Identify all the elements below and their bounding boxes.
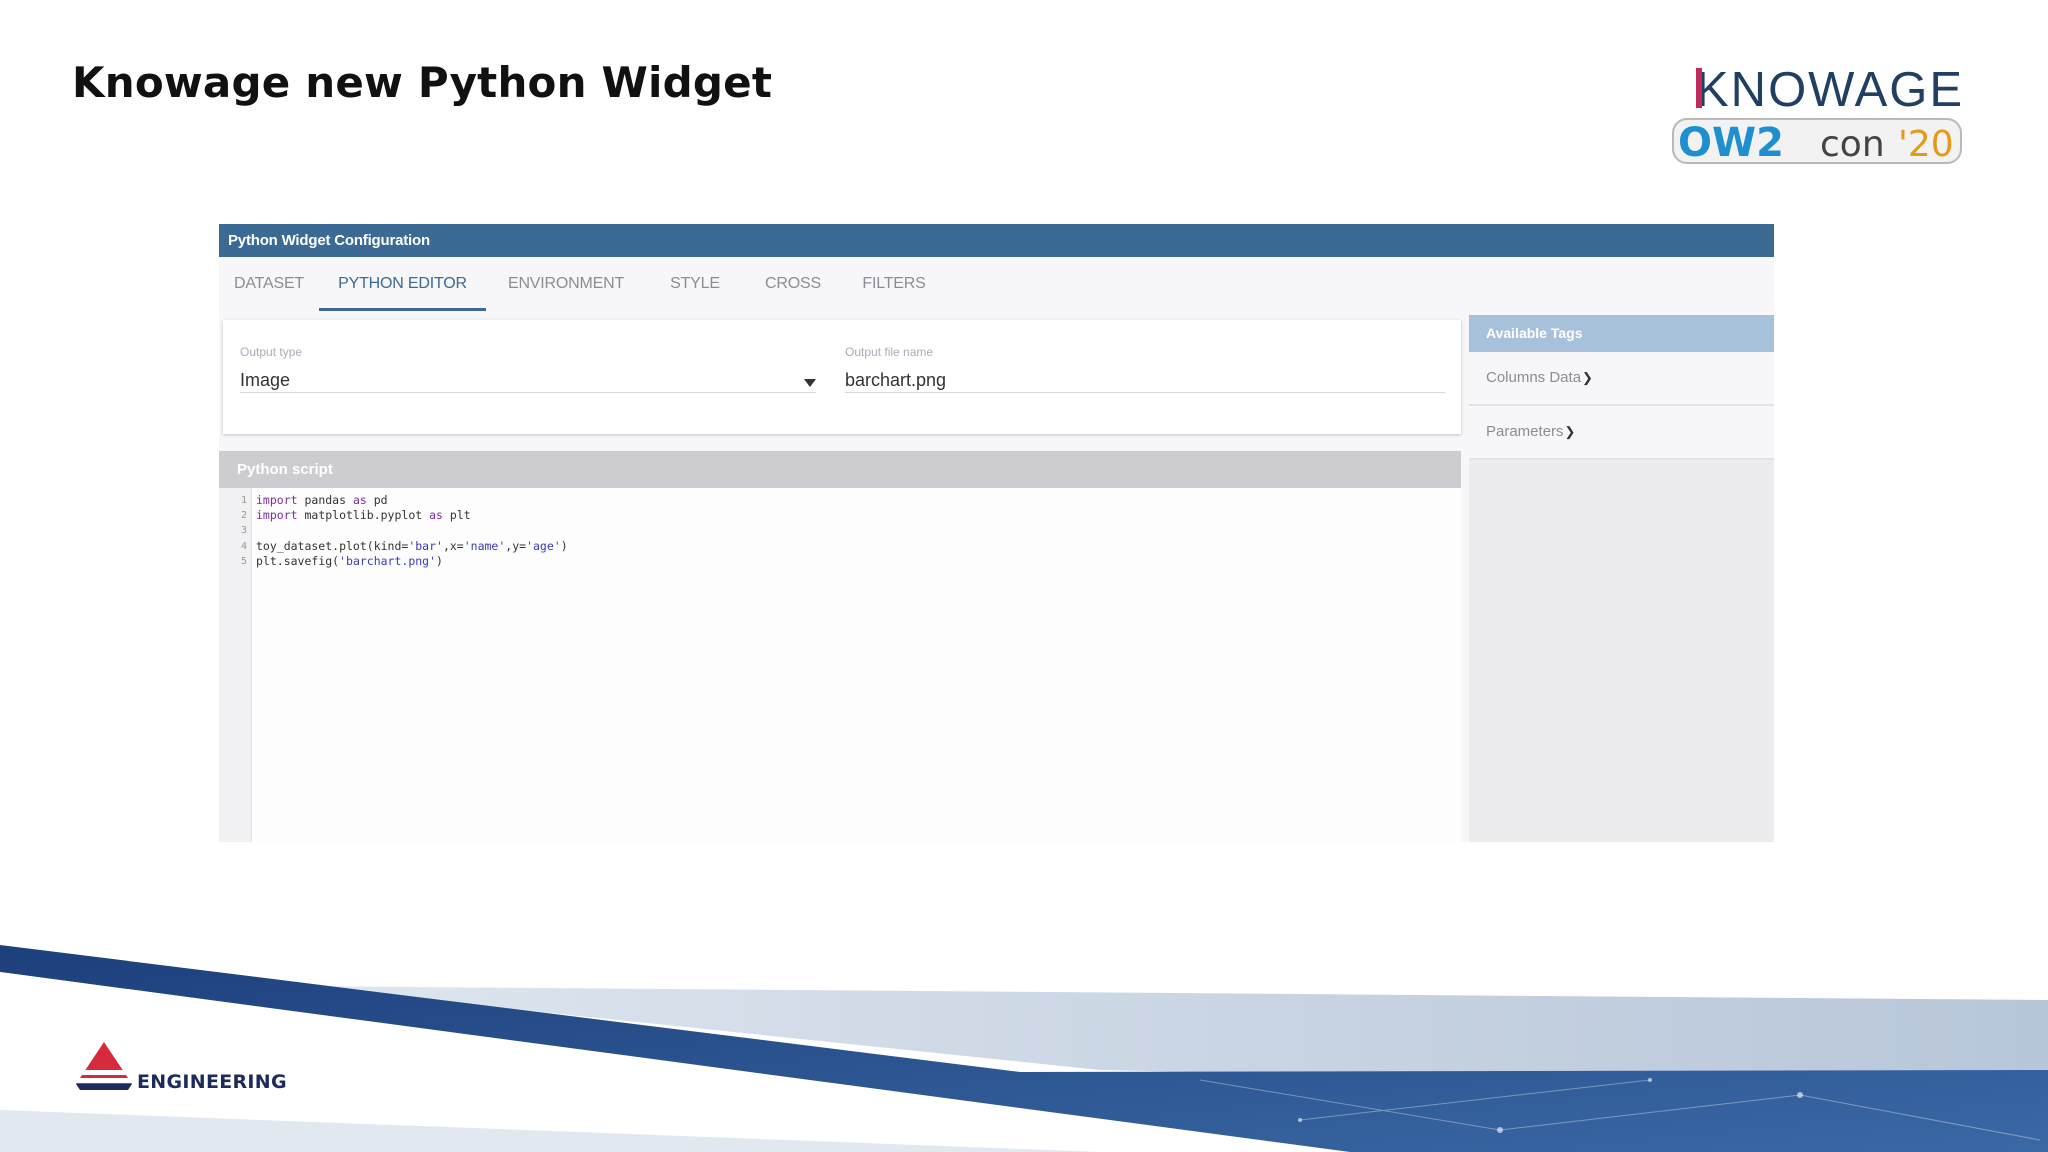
tab-python-editor[interactable]: PYTHON EDITOR <box>319 257 486 311</box>
tab-cross[interactable]: CROSS <box>744 257 842 311</box>
available-tags-panel: Available Tags Columns Data❯ Parameters❯ <box>1469 315 1774 842</box>
line-number: 4 <box>240 540 247 552</box>
output-file-value: barchart.png <box>845 370 947 390</box>
python-widget-dialog: Python Widget Configuration DATASET PYTH… <box>219 224 1774 842</box>
knowage-logo: KNOWAGE <box>1696 63 1964 116</box>
dropdown-arrow-icon <box>804 379 816 387</box>
code-line: plt.savefig('barchart.png') <box>256 553 443 568</box>
svg-text:OW2: OW2 <box>1678 120 1784 164</box>
svg-text:KNOWAGE: KNOWAGE <box>1696 63 1964 116</box>
tab-style[interactable]: STYLE <box>646 257 744 311</box>
output-file-field[interactable]: Output file name barchart.png <box>845 345 1445 393</box>
tab-environment[interactable]: ENVIRONMENT <box>486 257 646 311</box>
line-number: 3 <box>240 525 247 537</box>
tags-item-label: Columns Data <box>1486 369 1582 386</box>
chevron-down-icon: ❯ <box>1582 370 1593 385</box>
output-type-label: Output type <box>240 345 303 359</box>
tags-item-columns-data[interactable]: Columns Data❯ <box>1469 352 1774 406</box>
output-type-value: Image <box>240 370 291 390</box>
code-line: toy_dataset.plot(kind='bar',x='name',y='… <box>256 538 568 553</box>
code-line: import matplotlib.pyplot as plt <box>256 508 471 523</box>
output-settings-card: Output type Image Output file name barch… <box>223 320 1461 434</box>
slide-title: Knowage new Python Widget <box>72 58 773 107</box>
line-number: 1 <box>240 495 247 506</box>
tags-title: Available Tags <box>1469 315 1774 352</box>
svg-text:'20: '20 <box>1898 124 1954 164</box>
tab-filters[interactable]: FILTERS <box>842 257 946 311</box>
line-number-gutter: 1 2 3 4 5 <box>219 488 252 842</box>
line-number: 2 <box>240 510 247 522</box>
output-type-select[interactable]: Output type Image <box>240 345 816 393</box>
output-file-label: Output file name <box>845 345 934 359</box>
tab-bar: DATASET PYTHON EDITOR ENVIRONMENT STYLE … <box>219 257 1774 311</box>
tags-item-label: Parameters <box>1486 423 1564 440</box>
code-editor[interactable]: import pandas as pd import matplotlib.py… <box>256 493 568 569</box>
engineering-logo <box>76 1042 132 1090</box>
tab-dataset[interactable]: DATASET <box>219 257 319 311</box>
footer-decoration <box>0 945 2048 1152</box>
code-line: import pandas as pd <box>256 493 388 507</box>
tags-item-parameters[interactable]: Parameters❯ <box>1469 406 1774 460</box>
svg-text:con: con <box>1820 124 1885 164</box>
python-script-panel: Python script 1 2 3 4 5 import pandas as… <box>219 451 1461 842</box>
line-number: 5 <box>240 555 247 567</box>
ow2con-logo: OW2 con '20 <box>1672 118 1962 164</box>
engineering-wordmark: ENGINEERING <box>137 1071 287 1093</box>
chevron-down-icon: ❯ <box>1564 424 1576 439</box>
dialog-title: Python Widget Configuration <box>219 224 1774 257</box>
script-title: Python script <box>219 451 1461 488</box>
